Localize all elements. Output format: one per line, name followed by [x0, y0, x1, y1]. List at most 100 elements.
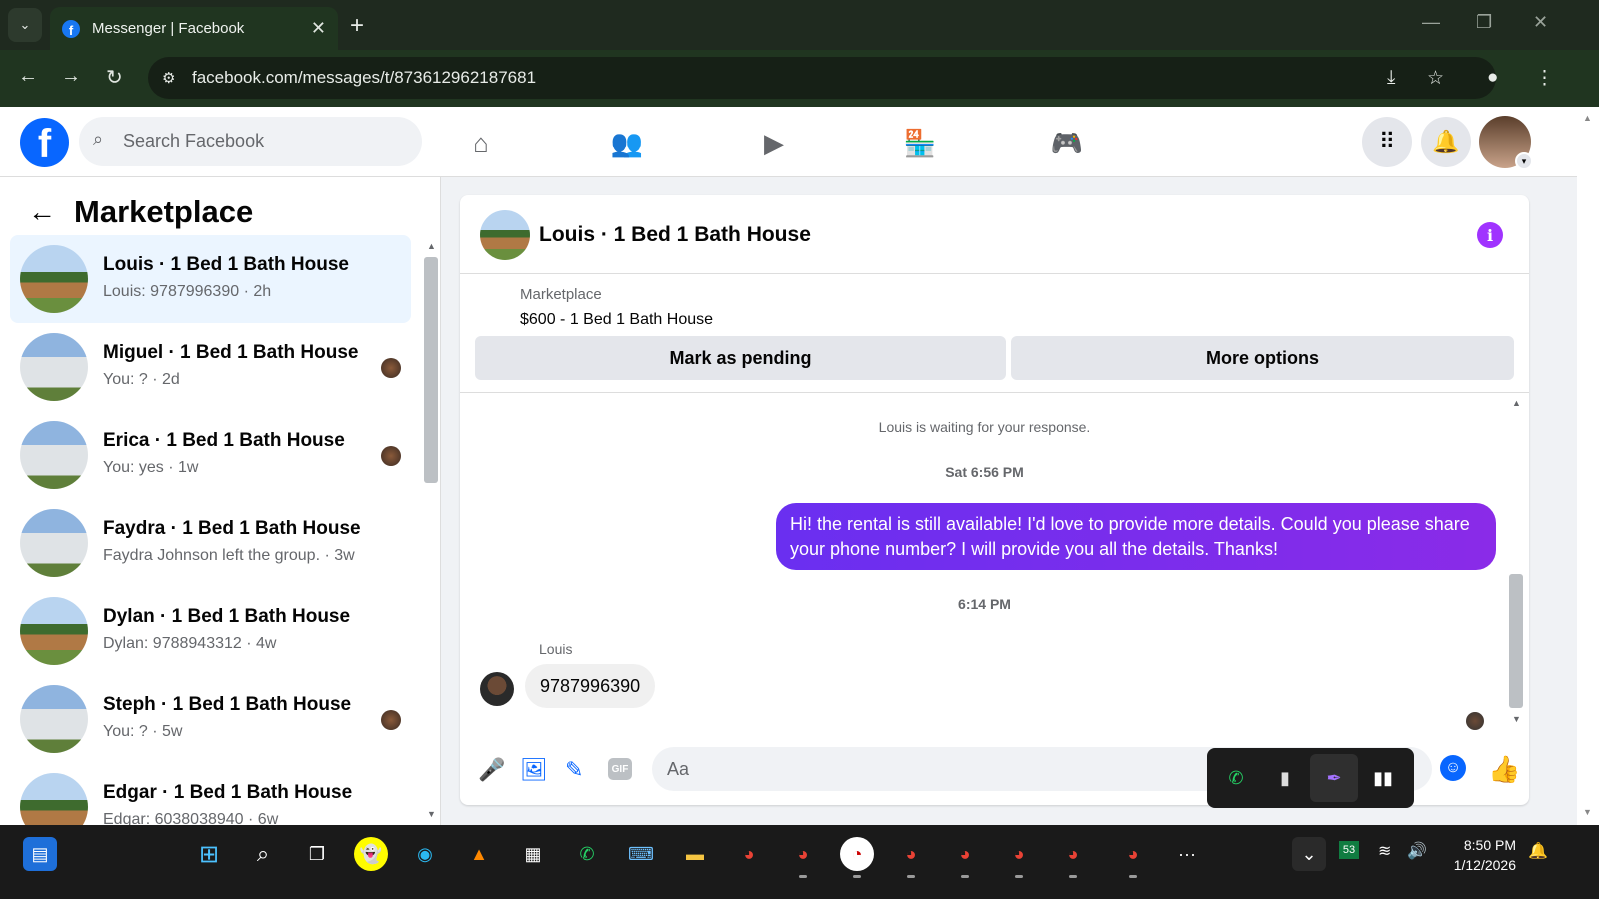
start-icon[interactable]: ⊞: [192, 837, 226, 871]
back-icon[interactable]: ←: [18, 65, 38, 88]
back-arrow-icon[interactable]: ←: [28, 196, 56, 228]
running-indicator: [1129, 875, 1137, 878]
taskbar-clock[interactable]: 8:50 PM 1/12/2026: [1440, 835, 1516, 875]
conversation-item[interactable]: Edgar · 1 Bed 1 Bath House Edgar: 603803…: [10, 763, 411, 825]
emoji-icon[interactable]: ☺: [1440, 755, 1466, 781]
minimize-icon[interactable]: —: [1422, 12, 1440, 33]
conversation-name: Steph · 1 Bed 1 Bath House: [103, 694, 352, 715]
browser-menu-icon[interactable]: ⋮: [1535, 67, 1554, 90]
conversation-preview: Dylan: 9788943312 · 4w: [103, 635, 277, 652]
conversation-item[interactable]: Louis · 1 Bed 1 Bath House Louis: 978799…: [10, 235, 411, 323]
marketplace-label: Marketplace: [520, 286, 602, 303]
profile-icon[interactable]: ●: [1487, 67, 1498, 89]
facebook-logo[interactable]: f: [20, 118, 69, 167]
scroll-down-icon[interactable]: ▼: [1583, 807, 1592, 817]
sender-name: Louis: [539, 641, 573, 657]
file-explorer-icon[interactable]: ▬: [678, 837, 712, 871]
volume-icon[interactable]: 🔊: [1407, 841, 1427, 861]
vlc-icon[interactable]: ▲: [462, 837, 496, 871]
scrollbar-thumb[interactable]: [424, 257, 438, 483]
widgets-icon[interactable]: ▤: [23, 837, 57, 871]
microphone-icon[interactable]: 🎤: [478, 757, 505, 783]
reload-icon[interactable]: ↻: [106, 65, 123, 90]
tray-app-badge[interactable]: 53: [1339, 841, 1359, 859]
listing-title[interactable]: $600 - 1 Bed 1 Bath House: [520, 311, 713, 329]
wifi-icon[interactable]: ≋: [1378, 841, 1391, 861]
chrome-profile-icon[interactable]: ◕: [1056, 837, 1090, 871]
forward-icon[interactable]: →: [61, 65, 81, 88]
equalizer-icon[interactable]: ▮▮: [1359, 754, 1407, 802]
chrome-icon[interactable]: ◕: [732, 837, 766, 871]
scroll-down-icon[interactable]: ▼: [427, 809, 436, 819]
conversation-item[interactable]: Miguel · 1 Bed 1 Bath House You: ? · 2d: [10, 323, 411, 411]
more-options-button[interactable]: More options: [1011, 336, 1514, 380]
mark-as-pending-button[interactable]: Mark as pending: [475, 336, 1006, 380]
scroll-up-icon[interactable]: ▲: [1512, 398, 1521, 408]
chrome-profile-icon[interactable]: ◕: [1002, 837, 1036, 871]
chrome-profile-icon[interactable]: ◕: [894, 837, 928, 871]
incoming-message[interactable]: 9787996390: [525, 664, 656, 708]
whatsapp-taskbar-icon[interactable]: ✆: [570, 837, 604, 871]
photo-icon[interactable]: 🖼: [520, 757, 548, 783]
outgoing-message[interactable]: Hi! the rental is still available! I'd l…: [776, 503, 1496, 570]
notifications-icon[interactable]: 🔔: [1421, 117, 1471, 167]
menu-grid-icon[interactable]: ⠿: [1362, 117, 1412, 167]
task-view-icon[interactable]: ❐: [300, 837, 334, 871]
address-bar[interactable]: ⚙ facebook.com/messages/t/87361296218768…: [148, 57, 1496, 99]
scroll-up-icon[interactable]: ▲: [1583, 113, 1592, 123]
search-input[interactable]: ⌕ Search Facebook: [79, 117, 422, 166]
search-placeholder: Search Facebook: [123, 131, 265, 151]
gif-icon[interactable]: GIF: [608, 758, 632, 780]
tab-search-dropdown[interactable]: ⌄: [8, 8, 42, 42]
page-scrollbar[interactable]: ▲ ▼: [1577, 107, 1599, 825]
info-icon[interactable]: i: [1477, 222, 1503, 248]
chat-scrollbar[interactable]: ▲ ▼: [1507, 394, 1527, 732]
edge-icon[interactable]: ◉: [408, 837, 442, 871]
site-info-icon[interactable]: ⚙: [162, 69, 175, 87]
marketplace-icon[interactable]: 🏪: [900, 123, 940, 163]
store-icon[interactable]: ▦: [516, 837, 550, 871]
chrome-profile-icon[interactable]: ◕: [1116, 837, 1150, 871]
window-close-icon[interactable]: ✕: [1533, 12, 1548, 33]
windows-taskbar: ▤ ⊞ ⌕ ❐ 👻 ◉ ▲ ▦ ✆ ⌨ ▬ ◕ ◕ ◔ ◕ ◕ ◕ ◕ ◕ ··…: [0, 825, 1599, 899]
notification-bell-icon[interactable]: 🔔: [1528, 841, 1548, 861]
install-app-icon[interactable]: ⤓: [1387, 67, 1395, 89]
chevron-down-icon: ▾: [1515, 152, 1533, 170]
chat-avatar[interactable]: [480, 210, 530, 260]
whatsapp-icon[interactable]: ✆: [1212, 754, 1260, 802]
snapchat-icon[interactable]: 👻: [354, 837, 388, 871]
tab-close-icon[interactable]: ✕: [311, 18, 326, 39]
taskbar-search-icon[interactable]: ⌕: [246, 837, 280, 871]
chrome-profile-icon[interactable]: ◕: [948, 837, 982, 871]
conversation-item[interactable]: Dylan · 1 Bed 1 Bath House Dylan: 978894…: [10, 587, 411, 675]
clipboard-icon[interactable]: ▮: [1261, 754, 1309, 802]
thumbs-up-icon[interactable]: 👍: [1488, 754, 1520, 785]
chat-title[interactable]: Louis · 1 Bed 1 Bath House: [539, 223, 811, 247]
friends-icon[interactable]: 👥: [607, 123, 647, 163]
seen-avatar: [381, 446, 401, 466]
sender-avatar[interactable]: [480, 672, 514, 706]
gaming-icon[interactable]: 🎮: [1047, 123, 1087, 163]
keyboard-app-icon[interactable]: ⌨: [624, 837, 658, 871]
restore-icon[interactable]: ❐: [1476, 12, 1492, 33]
account-avatar[interactable]: ▾: [1479, 116, 1533, 170]
sidebar-scrollbar[interactable]: ▲ ▼: [421, 237, 440, 825]
scrollbar-thumb[interactable]: [1509, 574, 1523, 708]
chrome-profile-icon[interactable]: ◕: [786, 837, 820, 871]
more-apps-icon[interactable]: ···: [1170, 837, 1204, 871]
new-tab-button[interactable]: +: [350, 12, 364, 40]
conversation-item[interactable]: Faydra · 1 Bed 1 Bath House Faydra Johns…: [10, 499, 411, 587]
video-icon[interactable]: ▶: [754, 123, 794, 163]
conversation-item[interactable]: Erica · 1 Bed 1 Bath House You: yes · 1w: [10, 411, 411, 499]
sidebar-title: Marketplace: [74, 194, 254, 229]
bookmark-star-icon[interactable]: ☆: [1427, 67, 1444, 90]
tray-chevron-icon[interactable]: ⌄: [1292, 837, 1326, 871]
browser-tab[interactable]: f Messenger | Facebook ✕: [50, 7, 338, 50]
scroll-up-icon[interactable]: ▲: [427, 241, 436, 251]
pen-icon[interactable]: ✒: [1310, 754, 1358, 802]
home-icon[interactable]: ⌂: [461, 123, 501, 163]
app-icon[interactable]: ◔: [840, 837, 874, 871]
sticker-icon[interactable]: ✎: [565, 757, 583, 783]
scroll-down-icon[interactable]: ▼: [1512, 714, 1521, 724]
conversation-item[interactable]: Steph · 1 Bed 1 Bath House You: ? · 5w: [10, 675, 411, 763]
